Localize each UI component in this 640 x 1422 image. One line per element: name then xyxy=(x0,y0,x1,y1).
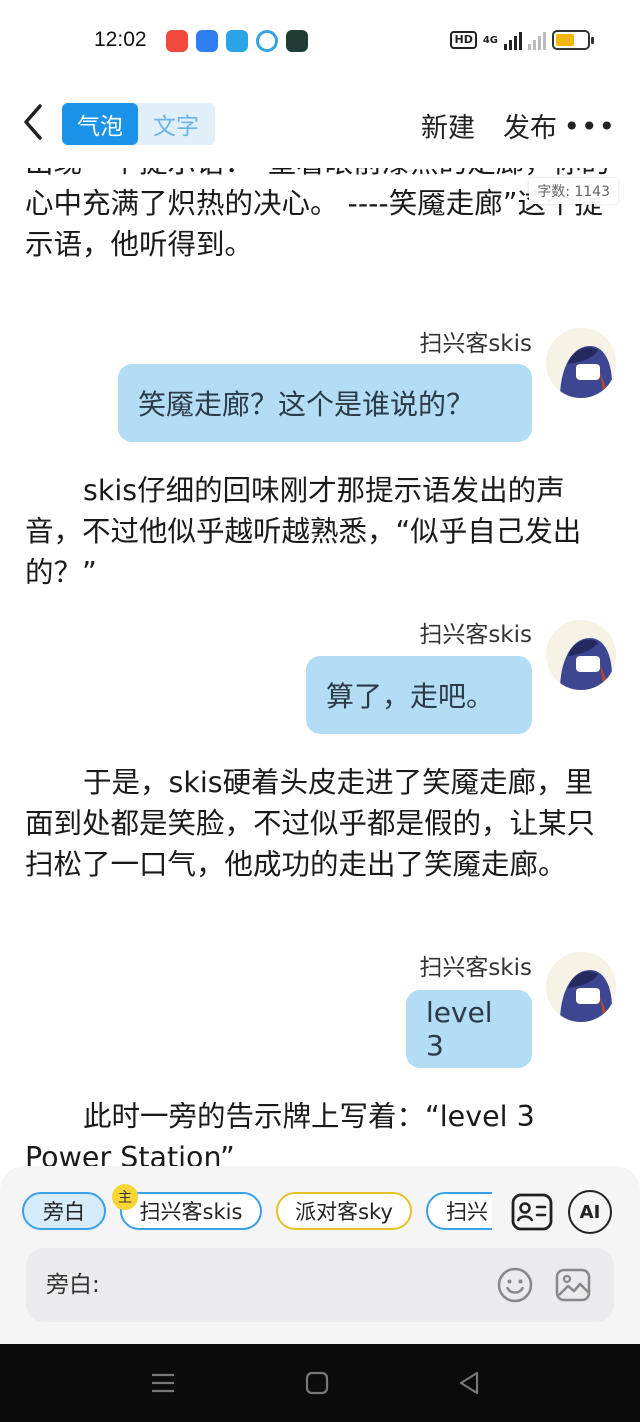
narration-partial: 出现一个提示语：“望着眼前漆黑的走廊，你的心中充满了炽热的决心。 ----笑魇走… xyxy=(25,168,610,261)
chat-bubble[interactable]: level 3 xyxy=(406,990,532,1068)
message-input[interactable] xyxy=(46,1248,486,1322)
avatar[interactable] xyxy=(546,952,616,1022)
mode-switch: 气泡 文字 xyxy=(62,103,215,145)
hd-voice-icon: HD xyxy=(450,31,477,49)
telegram-icon xyxy=(226,30,248,52)
cloud-app-icon xyxy=(256,30,278,52)
network-type: 4G xyxy=(482,34,498,46)
chip-partial[interactable]: 扫兴 xyxy=(426,1192,492,1230)
composer-panel: 旁白 扫兴客skis 派对客sky 扫兴 主 AI xyxy=(0,1166,640,1344)
tab-bubble[interactable]: 气泡 xyxy=(62,103,138,145)
image-icon[interactable] xyxy=(554,1266,592,1304)
narration-paragraph: 此时一旁的告示牌上写着：“level 3 Power Station” xyxy=(25,1100,535,1166)
menu-icon[interactable] xyxy=(150,1370,176,1396)
home-icon[interactable] xyxy=(304,1370,330,1396)
ai-button[interactable]: AI xyxy=(568,1190,612,1234)
contact-card-icon[interactable] xyxy=(510,1190,554,1234)
back-nav-icon[interactable] xyxy=(456,1370,482,1396)
publish-button[interactable]: 发布 xyxy=(503,106,557,145)
narration-paragraph: skis仔细的回味刚才那提示语发出的声音，不过他似乎越听越熟悉，“似乎自己发出的… xyxy=(25,474,582,589)
new-button[interactable]: 新建 xyxy=(421,106,475,145)
signal-secondary-icon xyxy=(528,30,546,50)
system-nav-bar xyxy=(0,1344,640,1422)
avatar[interactable] xyxy=(546,620,616,690)
chip-sky[interactable]: 派对客sky xyxy=(276,1192,412,1230)
back-icon[interactable] xyxy=(18,102,48,142)
story-content[interactable]: 出现一个提示语：“望着眼前漆黑的走廊，你的心中充满了炽热的决心。 ----笑魇走… xyxy=(0,168,640,1166)
chat-bubble[interactable]: 算了，走吧。 xyxy=(306,656,532,734)
input-box xyxy=(26,1248,614,1322)
status-bar: 12:02 HD 4G xyxy=(0,0,640,82)
role-chips[interactable]: 旁白 扫兴客skis 派对客sky 扫兴 xyxy=(22,1192,492,1232)
more-icon[interactable]: ••• xyxy=(563,110,616,143)
status-notification-icons xyxy=(166,30,308,52)
chip-skis[interactable]: 扫兴客skis xyxy=(120,1192,262,1230)
narration-paragraph: 于是，skis硬着头皮走进了笑魇走廊，里面到处都是笑脸，不过似乎都是假的，让某只… xyxy=(25,766,596,881)
chip-narrator[interactable]: 旁白 xyxy=(22,1192,106,1230)
chat-bubble[interactable]: 笑魇走廊？这个是谁说的？ xyxy=(118,364,532,442)
tab-text[interactable]: 文字 xyxy=(138,103,214,145)
status-indicators: HD 4G xyxy=(450,30,594,50)
word-count-badge: 字数: 1143 xyxy=(529,178,618,204)
video-app-icon xyxy=(166,30,188,52)
game-app-icon xyxy=(286,30,308,52)
main-role-badge: 主 xyxy=(112,1184,138,1210)
emoji-icon[interactable] xyxy=(496,1266,534,1304)
battery-icon xyxy=(552,30,594,50)
speaker-name: 扫兴客skis xyxy=(419,331,532,357)
avatar[interactable] xyxy=(546,328,616,398)
signal-icon xyxy=(504,30,522,50)
status-time: 12:02 xyxy=(94,28,147,51)
speaker-name: 扫兴客skis xyxy=(419,955,532,981)
speaker-name: 扫兴客skis xyxy=(419,622,532,648)
app-icon xyxy=(196,30,218,52)
app-header: 气泡 文字 新建 发布 ••• xyxy=(0,82,640,168)
